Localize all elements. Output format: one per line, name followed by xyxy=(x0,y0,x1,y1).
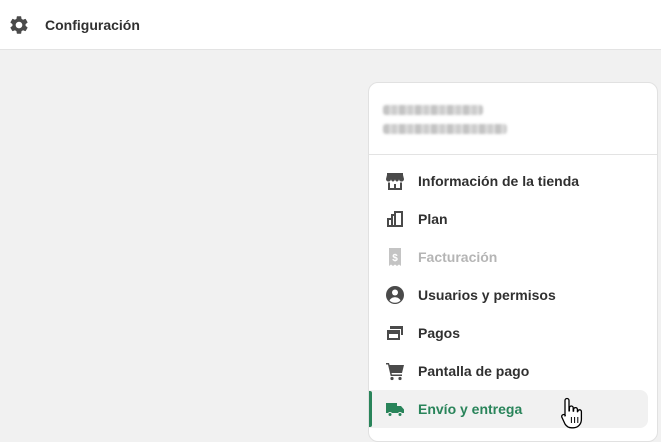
menu-item-store-info[interactable]: Información de la tienda xyxy=(369,162,648,200)
user-icon xyxy=(385,285,405,305)
menu-item-users-permissions[interactable]: Usuarios y permisos xyxy=(369,276,648,314)
menu-item-label: Plan xyxy=(418,211,448,227)
payments-icon xyxy=(385,323,405,343)
menu-item-label: Información de la tienda xyxy=(418,173,580,189)
menu-item-shipping-delivery[interactable]: Envío y entrega xyxy=(369,390,648,428)
receipt-icon: $ xyxy=(385,247,405,267)
menu-item-checkout[interactable]: Pantalla de pago xyxy=(369,352,648,390)
menu-item-label: Envío y entrega xyxy=(418,401,523,417)
hand-cursor-icon xyxy=(559,396,587,430)
menu-item-label: Facturación xyxy=(418,249,498,265)
plan-icon xyxy=(385,209,405,229)
menu-item-billing: $ Facturación xyxy=(369,238,648,276)
menu-item-label: Usuarios y permisos xyxy=(418,287,556,303)
top-bar: Configuración xyxy=(0,0,661,50)
settings-menu-panel: Información de la tienda Plan $ Facturac… xyxy=(368,82,658,442)
svg-text:$: $ xyxy=(392,253,398,264)
cart-icon xyxy=(385,361,405,381)
gear-icon xyxy=(8,14,30,36)
menu-item-plan[interactable]: Plan xyxy=(369,200,648,238)
settings-menu: Información de la tienda Plan $ Facturac… xyxy=(369,162,657,428)
store-name-redacted xyxy=(383,105,483,115)
menu-item-label: Pagos xyxy=(418,325,461,341)
store-account-block[interactable] xyxy=(369,83,657,155)
truck-icon xyxy=(385,399,405,419)
menu-item-label: Pantalla de pago xyxy=(418,363,530,379)
store-email-redacted xyxy=(383,124,507,134)
page-title: Configuración xyxy=(45,16,140,33)
store-icon xyxy=(385,171,405,191)
menu-item-payments[interactable]: Pagos xyxy=(369,314,648,352)
